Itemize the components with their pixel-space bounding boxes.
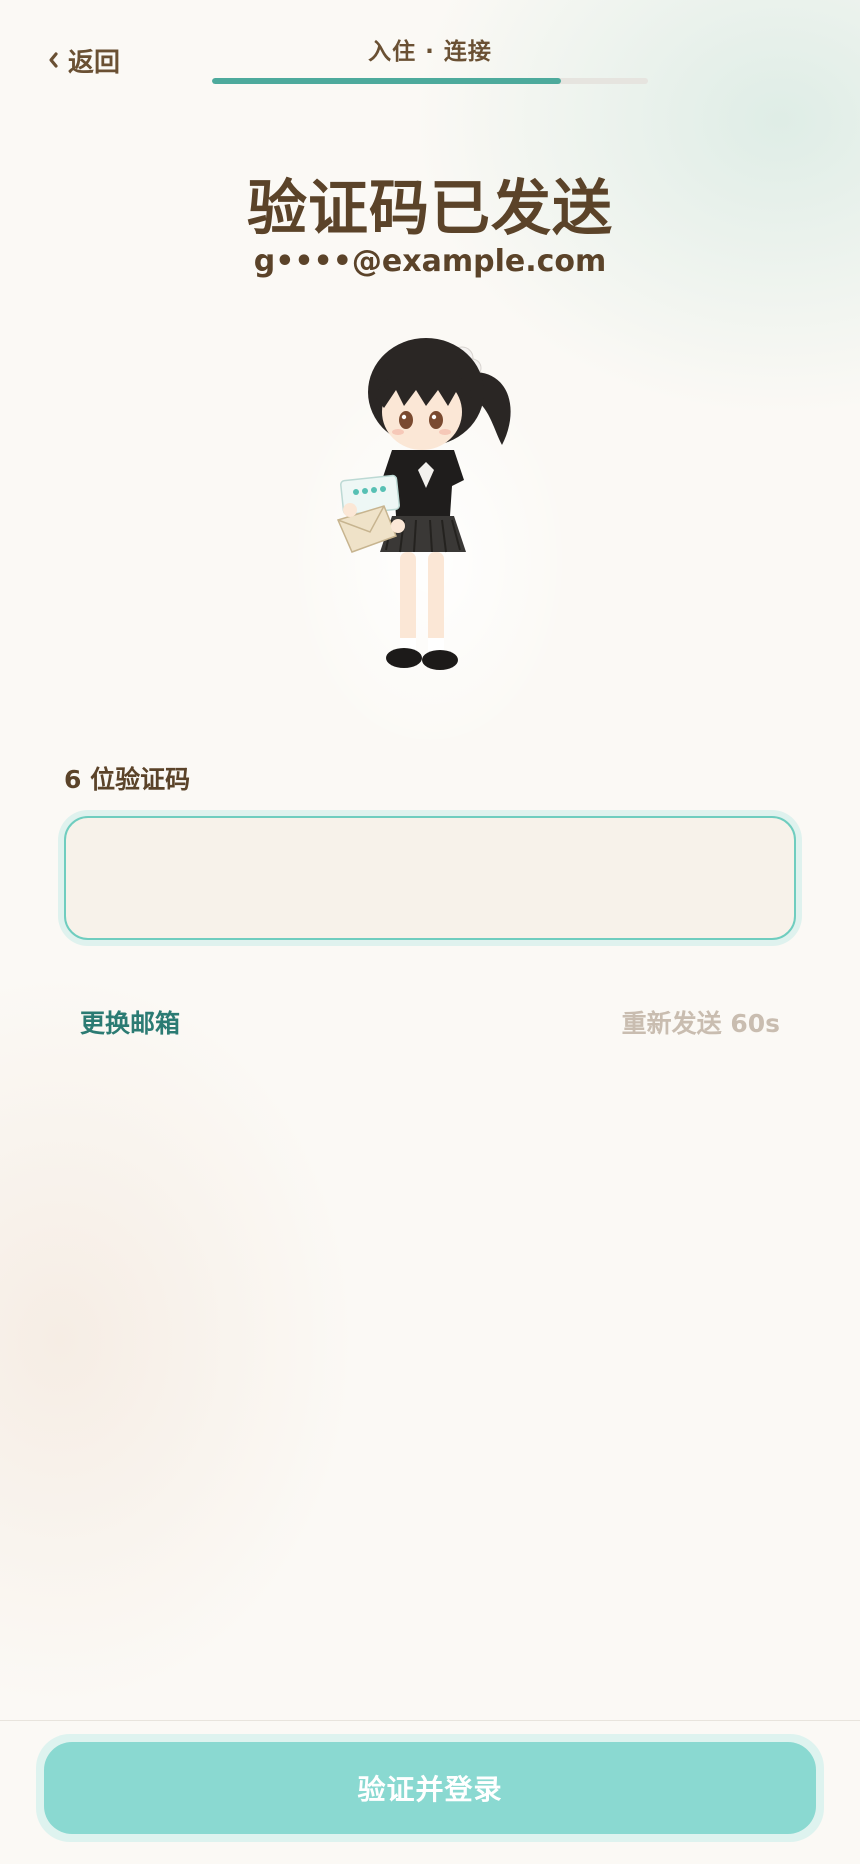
progress-fill xyxy=(212,78,561,84)
footer-divider xyxy=(0,1720,860,1721)
resend-countdown-button[interactable]: 重新发送 60s xyxy=(622,1004,780,1040)
verification-code-input[interactable] xyxy=(64,816,796,940)
verify-login-button[interactable]: 验证并登录 xyxy=(44,1742,816,1834)
mascot-illustration xyxy=(280,320,580,740)
masked-email: g••••@example.com xyxy=(253,244,607,279)
code-input-container xyxy=(58,810,802,946)
code-field-label: 6 位验证码 xyxy=(64,765,191,794)
submit-button-container: 验证并登录 xyxy=(36,1734,824,1842)
progress-bar xyxy=(212,78,648,84)
step-title: 入住 · 连接 xyxy=(368,39,492,65)
page-title: 验证码已发送 xyxy=(247,174,613,244)
change-email-link[interactable]: 更换邮箱 xyxy=(80,1004,180,1040)
